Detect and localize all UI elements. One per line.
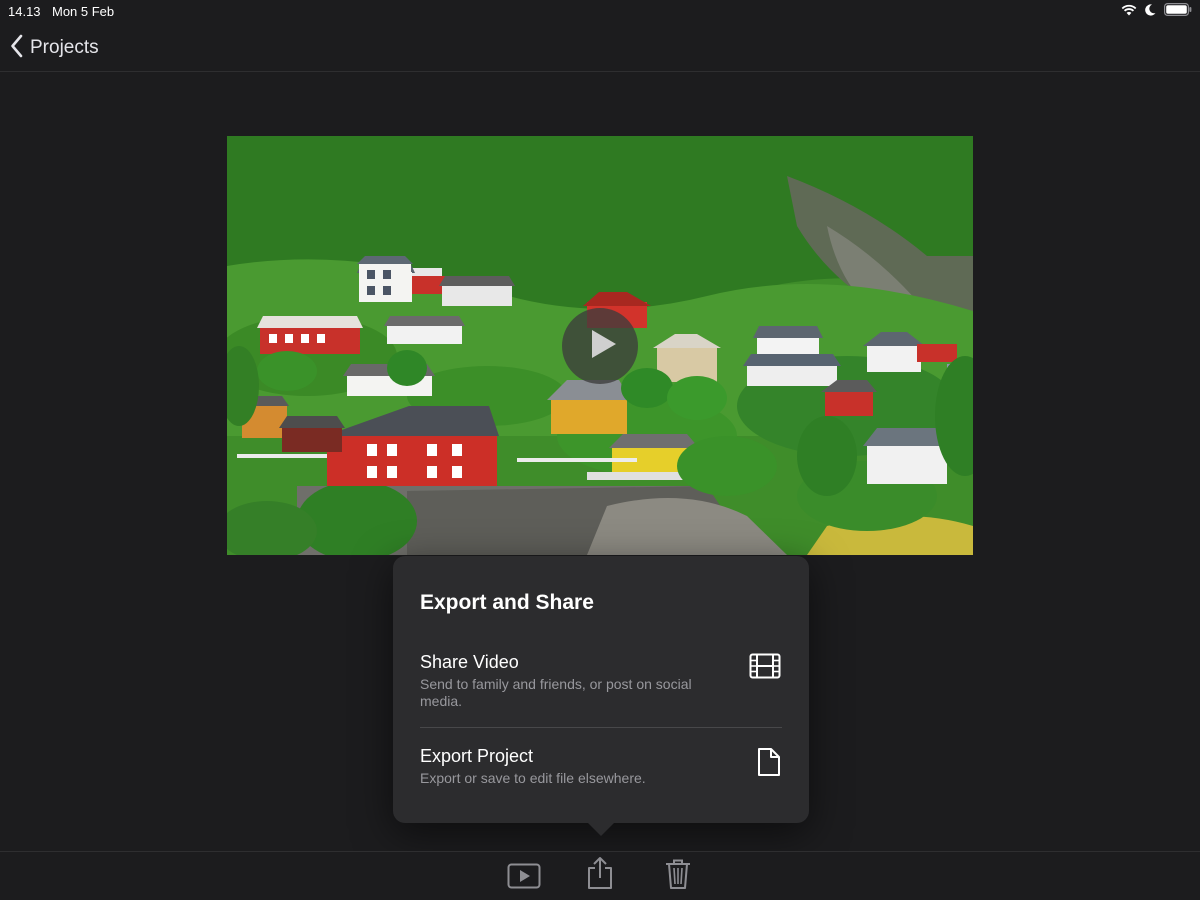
delete-button[interactable] <box>661 858 695 895</box>
status-bar: 14.13 Mon 5 Feb <box>0 0 1200 24</box>
popover-title: Export and Share <box>420 591 594 614</box>
document-icon <box>757 747 781 782</box>
share-button[interactable] <box>583 856 617 891</box>
status-date: Mon 5 Feb <box>52 4 115 19</box>
video-preview[interactable] <box>227 136 973 555</box>
status-time: 14.13 <box>8 4 41 19</box>
export-project-option[interactable]: Export Project Export or save to edit fi… <box>393 744 809 804</box>
film-icon <box>749 653 781 684</box>
share-video-title: Share Video <box>420 652 519 672</box>
back-button[interactable]: Projects <box>10 34 99 62</box>
play-button[interactable] <box>562 308 638 384</box>
back-label: Projects <box>30 37 99 58</box>
app-window: 14.13 Mon 5 Feb Projects Export and Shar… <box>0 0 1200 900</box>
popover-divider <box>420 727 782 728</box>
wifi-icon <box>1121 3 1137 21</box>
chevron-left-icon <box>10 34 24 63</box>
popover-arrow <box>587 822 615 836</box>
status-icons <box>1121 3 1192 21</box>
export-share-popover: Export and Share Share Video Send to fam… <box>393 556 809 823</box>
battery-icon <box>1164 3 1192 21</box>
share-icon <box>586 856 614 895</box>
share-video-option[interactable]: Share Video Send to family and friends, … <box>393 650 809 730</box>
play-icon <box>580 324 620 369</box>
export-project-description: Export or save to edit file elsewhere. <box>420 770 646 786</box>
nav-bar: Projects <box>0 24 1200 72</box>
trash-icon <box>664 858 692 895</box>
bottom-toolbar <box>0 851 1200 900</box>
export-project-title: Export Project <box>420 746 534 766</box>
play-icon <box>507 863 541 894</box>
share-video-description: Send to family and friends, or post on s… <box>420 676 692 709</box>
play-project-button[interactable] <box>507 862 541 894</box>
moon-icon <box>1145 3 1156 21</box>
